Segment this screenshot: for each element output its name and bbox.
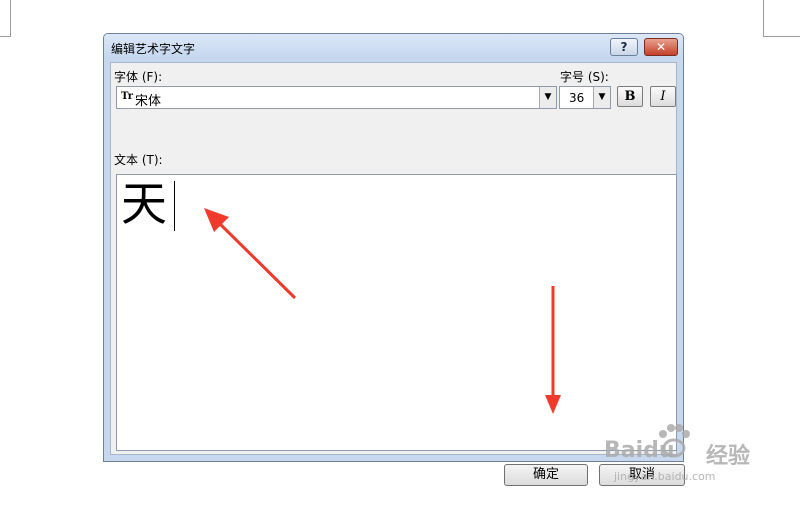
arrow-to-text [204,208,297,300]
watermark-product: 经验 [706,444,751,469]
watermark-url: jingyan.baidu.com [614,470,716,483]
watermark-brand: Baidu [604,438,675,463]
arrow-to-ok-button [545,286,561,414]
baidu-jingyan-watermark: Baidu 经验 jingyan.baidu.com [604,420,794,490]
